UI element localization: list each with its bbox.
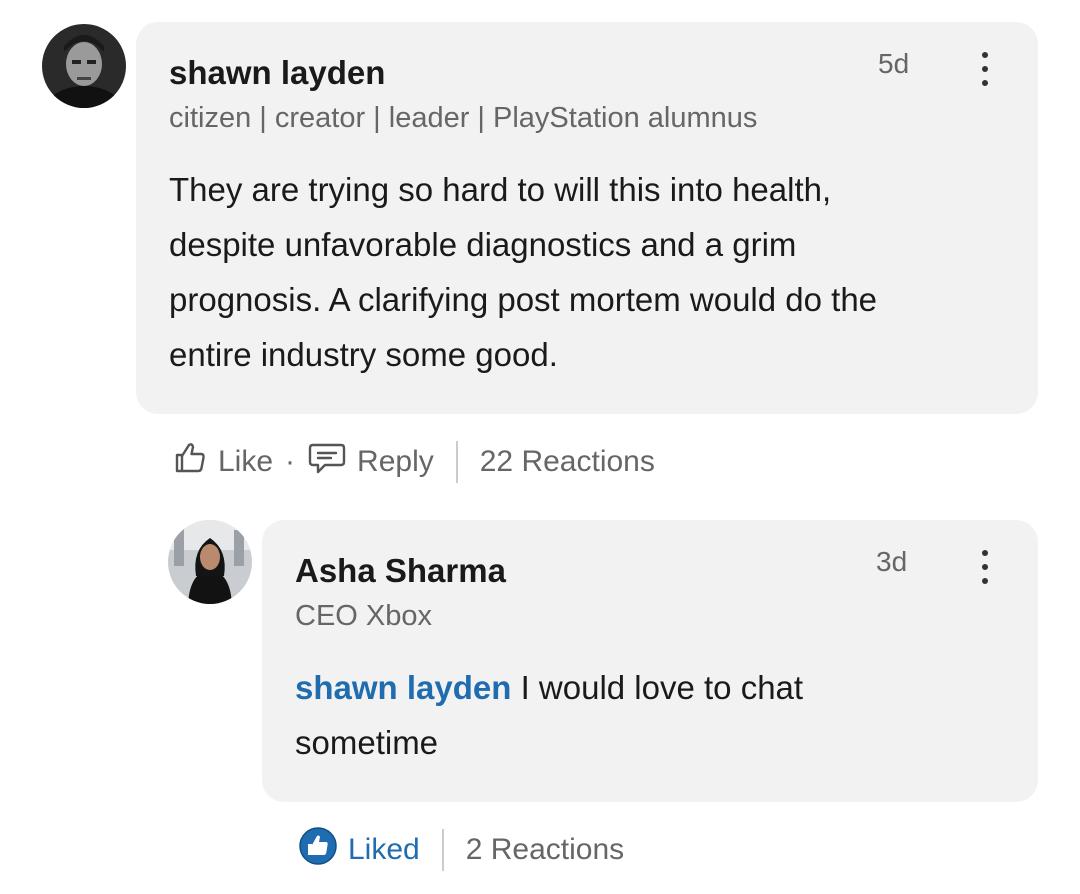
reply-icon — [307, 440, 347, 484]
comment-author-headline: citizen | creator | leader | PlayStation… — [169, 102, 758, 134]
avatar-shawn-layden[interactable] — [42, 24, 126, 108]
reply-line-text: I would love to chat — [520, 669, 804, 706]
liked-icon — [298, 826, 338, 874]
reply-label: Reply — [357, 445, 434, 478]
reply-line: sometime — [295, 724, 439, 761]
comment-author-name[interactable]: shawn layden — [169, 54, 385, 92]
reply-actions: Liked 2 Reactions — [298, 826, 624, 874]
reply-author-headline: CEO Xbox — [295, 600, 432, 632]
divider — [441, 829, 444, 871]
comment-line: despite unfavorable diagnostics and a gr… — [169, 226, 797, 263]
avatar-asha-sharma[interactable] — [168, 520, 252, 604]
liked-button[interactable]: Liked — [298, 826, 420, 874]
separator-dot: · — [285, 445, 296, 478]
mention-link[interactable]: shawn layden — [295, 669, 511, 706]
like-button[interactable]: Like — [172, 440, 273, 484]
comment-line: prognosis. A clarifying post mortem woul… — [169, 281, 878, 318]
reply-text: shawn layden I would love to chat someti… — [295, 660, 1015, 770]
comment-more-icon[interactable] — [978, 52, 992, 86]
reply-author-name[interactable]: Asha Sharma — [295, 552, 506, 590]
reactions-count[interactable]: 22 Reactions — [480, 445, 655, 479]
comment-bubble: shawn layden citizen | creator | leader … — [136, 22, 1038, 414]
comment-timestamp: 5d — [878, 48, 910, 79]
comment-actions: Like · Reply 22 Reactions — [172, 440, 655, 484]
reply-button[interactable]: Reply — [307, 440, 434, 484]
like-icon — [172, 440, 208, 484]
reply-timestamp: 3d — [876, 546, 908, 577]
comment-text: They are trying so hard to will this int… — [169, 162, 1019, 382]
reactions-count[interactable]: 2 Reactions — [466, 833, 624, 867]
reply-more-icon[interactable] — [978, 550, 992, 584]
like-label: Like — [218, 445, 274, 478]
reply-bubble: Asha Sharma CEO Xbox 3d shawn layden I w… — [262, 520, 1038, 802]
liked-label: Liked — [348, 833, 420, 866]
comment-line: They are trying so hard to will this int… — [169, 171, 832, 208]
comment-line: entire industry some good. — [169, 336, 558, 373]
reply-line: shawn layden I would love to chat — [295, 660, 1015, 715]
divider — [455, 441, 458, 483]
